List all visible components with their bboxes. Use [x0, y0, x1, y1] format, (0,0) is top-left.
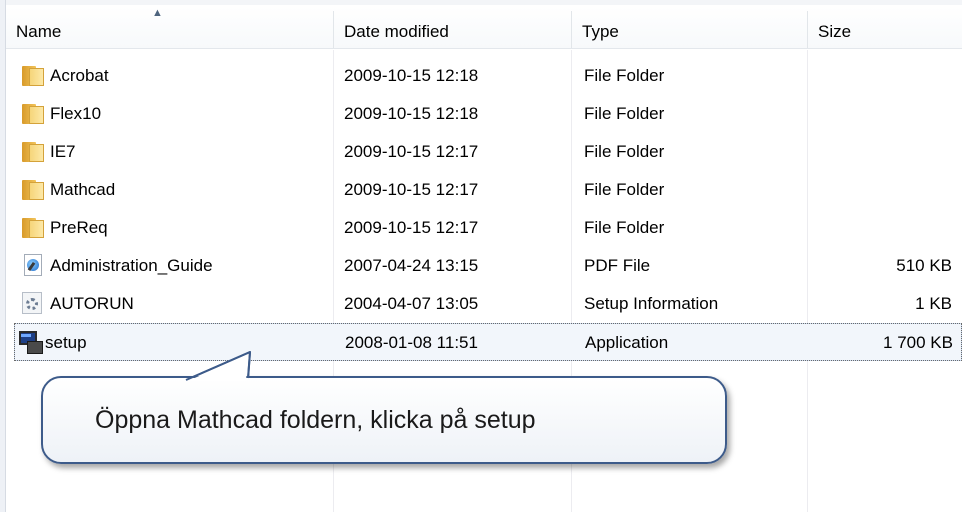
pdf-file-icon	[22, 254, 46, 278]
file-name: Acrobat	[50, 66, 109, 85]
file-size: 1 KB	[915, 294, 952, 313]
file-name: PreReq	[50, 218, 108, 237]
file-name: setup	[45, 333, 87, 352]
file-date: 2009-10-15 12:17	[344, 180, 479, 199]
file-date: 2007-04-24 13:15	[344, 256, 479, 275]
file-row-ie7[interactable]: IE7 2009-10-15 12:17 File Folder	[16, 133, 962, 171]
column-header-name-label: Name	[16, 22, 62, 41]
left-edge	[0, 0, 6, 512]
column-header-size-label: Size	[818, 22, 852, 41]
column-header-size[interactable]: Size	[808, 7, 962, 48]
instruction-callout: Öppna Mathcad foldern, klicka på setup	[41, 376, 727, 464]
folder-icon	[22, 216, 46, 240]
column-header-type-label: Type	[582, 22, 619, 41]
column-header: Name ▲ Date modified Type Size	[6, 7, 962, 49]
folder-icon	[22, 140, 46, 164]
file-type: Setup Information	[584, 294, 719, 313]
file-date: 2004-04-07 13:05	[344, 294, 479, 313]
file-row-flex10[interactable]: Flex10 2009-10-15 12:18 File Folder	[16, 95, 962, 133]
folder-icon	[22, 64, 46, 88]
file-type: File Folder	[584, 180, 665, 199]
file-date: 2008-01-08 11:51	[345, 333, 478, 352]
file-name: Mathcad	[50, 180, 116, 199]
file-date: 2009-10-15 12:17	[344, 142, 479, 161]
setup-information-icon	[22, 292, 46, 316]
file-type: File Folder	[584, 218, 665, 237]
folder-icon	[22, 178, 46, 202]
file-name: IE7	[50, 142, 76, 161]
file-row-administration-guide[interactable]: Administration_Guide 2007-04-24 13:15 PD…	[16, 247, 962, 285]
file-row-prereq[interactable]: PreReq 2009-10-15 12:17 File Folder	[16, 209, 962, 247]
application-icon	[19, 331, 43, 355]
file-type: File Folder	[584, 104, 665, 123]
folder-icon	[22, 102, 46, 126]
file-type: Application	[585, 333, 669, 352]
file-type: File Folder	[584, 66, 665, 85]
file-date: 2009-10-15 12:18	[344, 66, 479, 85]
file-size: 1 700 KB	[883, 333, 953, 352]
file-date: 2009-10-15 12:18	[344, 104, 479, 123]
column-header-date[interactable]: Date modified	[334, 7, 571, 48]
column-header-type[interactable]: Type	[572, 7, 807, 48]
file-size: 510 KB	[896, 256, 952, 275]
column-header-date-label: Date modified	[344, 22, 449, 41]
file-name: Administration_Guide	[50, 256, 213, 275]
sort-ascending-icon: ▲	[152, 7, 163, 19]
file-name: Flex10	[50, 104, 102, 123]
file-row-mathcad[interactable]: Mathcad 2009-10-15 12:17 File Folder	[16, 171, 962, 209]
file-list-pane: Name ▲ Date modified Type Size Acrobat 2…	[0, 0, 962, 512]
file-type: PDF File	[584, 256, 651, 275]
file-row-autorun[interactable]: AUTORUN 2004-04-07 13:05 Setup Informati…	[16, 285, 962, 323]
file-name: AUTORUN	[50, 294, 134, 313]
file-row-setup[interactable]: setup 2008-01-08 11:51 Application 1 700…	[14, 323, 962, 361]
top-edge	[0, 0, 962, 5]
callout-text: Öppna Mathcad foldern, klicka på setup	[95, 406, 536, 434]
file-row-acrobat[interactable]: Acrobat 2009-10-15 12:18 File Folder	[16, 57, 962, 95]
file-date: 2009-10-15 12:17	[344, 218, 479, 237]
column-header-name[interactable]: Name ▲	[6, 7, 333, 48]
file-type: File Folder	[584, 142, 665, 161]
